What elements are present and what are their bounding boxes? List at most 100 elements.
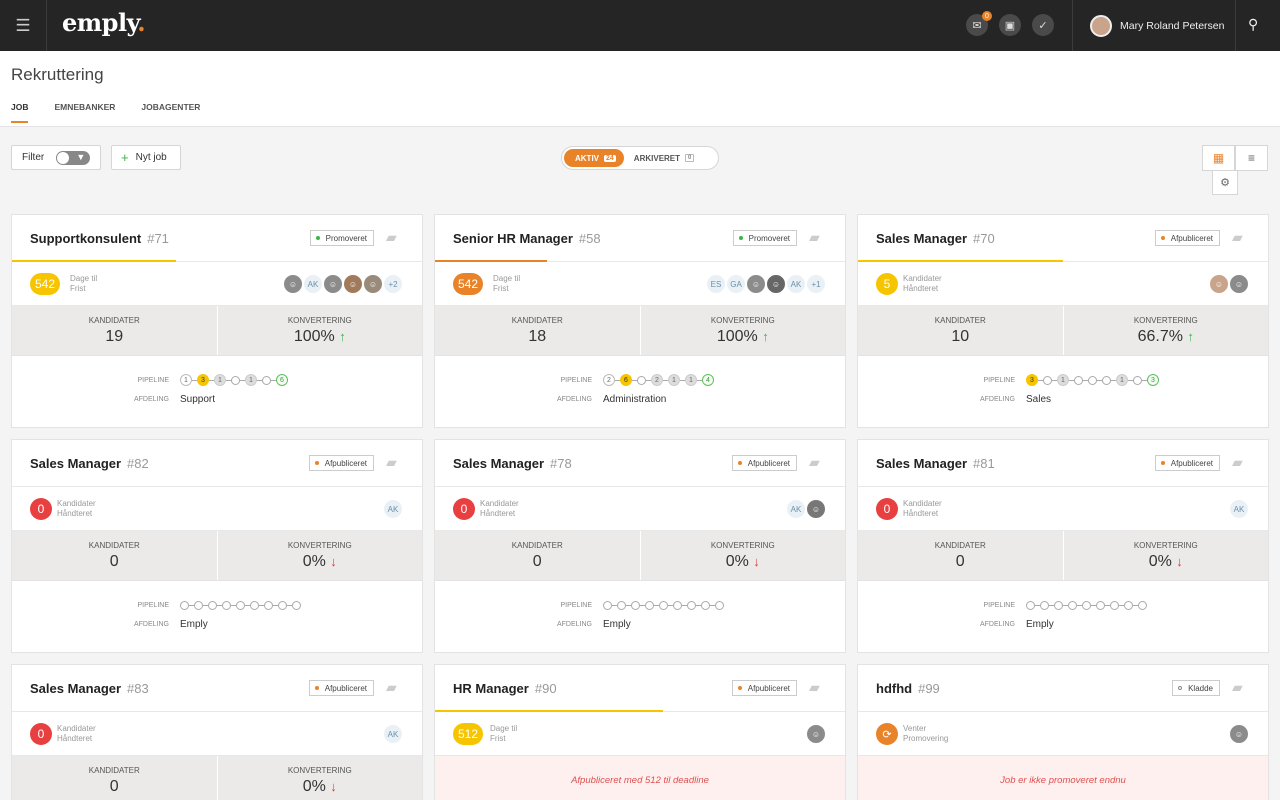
afdeling-label: AFDELING bbox=[556, 396, 592, 403]
job-card[interactable]: Senior HR Manager #58 Promoveret ▰ 542 Da… bbox=[434, 214, 846, 428]
avatar[interactable]: AK bbox=[382, 498, 404, 520]
job-card[interactable]: Supportkonsulent #71 Promoveret ▰ 542 Dag… bbox=[11, 214, 423, 428]
chat-icon[interactable]: ▰ bbox=[1232, 455, 1250, 469]
avatar[interactable]: ☺ bbox=[805, 723, 827, 745]
info-label: Dage til Frist bbox=[490, 724, 518, 743]
job-card[interactable]: Sales Manager #81 Afpubliceret ▰ 0 Kandid… bbox=[857, 439, 1269, 653]
job-title[interactable]: HR Manager #90 bbox=[453, 681, 557, 696]
check-icon[interactable]: ✓ bbox=[1032, 14, 1054, 36]
kandidater-stat: KANDIDATER 18 bbox=[511, 316, 563, 345]
pipeline bbox=[1026, 601, 1147, 610]
konvertering-stat: KONVERTERING 0% ↓ bbox=[216, 531, 423, 580]
job-card[interactable]: Sales Manager #70 Afpubliceret ▰ 5 Kandid… bbox=[857, 214, 1269, 428]
avatar[interactable]: AK bbox=[785, 498, 807, 520]
job-title[interactable]: Sales Manager #82 bbox=[30, 456, 149, 471]
avatar[interactable]: ☺ bbox=[745, 273, 767, 295]
avatar-more[interactable]: +1 bbox=[805, 273, 827, 295]
new-job-button[interactable]: + Nyt job bbox=[111, 145, 181, 170]
handled-badge: 0 bbox=[30, 723, 52, 745]
avatar-group: ☺ AK ☺ ☺ ☺ +2 bbox=[282, 273, 404, 295]
calendar-icon[interactable]: ▣ bbox=[999, 14, 1021, 36]
user-menu[interactable]: Mary Roland Petersen bbox=[1072, 0, 1236, 51]
job-title[interactable]: Senior HR Manager #58 bbox=[453, 231, 601, 246]
job-card[interactable]: HR Manager #90 Afpubliceret ▰ 512 Dage ti… bbox=[434, 664, 846, 800]
avatar[interactable]: AK bbox=[785, 273, 807, 295]
pipeline bbox=[603, 601, 724, 610]
avatar-group: ☺ bbox=[805, 723, 827, 745]
chat-icon[interactable]: ▰ bbox=[1232, 680, 1250, 694]
avatar[interactable]: ☺ bbox=[342, 273, 364, 295]
emply-logo[interactable]: emply. bbox=[62, 8, 146, 37]
chat-icon[interactable]: ▰ bbox=[386, 455, 404, 469]
chat-icon[interactable]: ▰ bbox=[1232, 230, 1250, 244]
arkiveret-toggle[interactable]: ARKIVERET 0 bbox=[634, 154, 695, 163]
avatar[interactable]: ☺ bbox=[805, 498, 827, 520]
filter-button[interactable]: Filter ▼ bbox=[11, 145, 101, 170]
search-icon[interactable]: ⚲ bbox=[1248, 16, 1258, 33]
job-card[interactable]: Sales Manager #78 Afpubliceret ▰ 0 Kandid… bbox=[434, 439, 846, 653]
department: Emply bbox=[1026, 619, 1054, 630]
pipeline-label: PIPELINE bbox=[983, 377, 1015, 384]
tab-emnebanker[interactable]: EMNEBANKER bbox=[54, 102, 115, 123]
chat-icon[interactable]: ▰ bbox=[386, 680, 404, 694]
status-badge: Kladde bbox=[1172, 680, 1220, 696]
job-card[interactable]: Sales Manager #82 Afpubliceret ▰ 0 Kandid… bbox=[11, 439, 423, 653]
afdeling-label: AFDELING bbox=[979, 621, 1015, 628]
job-title[interactable]: Sales Manager #83 bbox=[30, 681, 149, 696]
avatar[interactable]: ☺ bbox=[1228, 273, 1250, 295]
job-title[interactable]: Supportkonsulent #71 bbox=[30, 231, 169, 246]
days-badge: 512 bbox=[453, 723, 484, 745]
avatar[interactable]: GA bbox=[725, 273, 747, 295]
user-avatar bbox=[1090, 14, 1112, 37]
filter-toggle[interactable]: ▼ bbox=[56, 150, 91, 165]
arrow-up-icon: ↑ bbox=[1187, 329, 1194, 344]
gear-icon[interactable]: ⚙ bbox=[1212, 170, 1238, 195]
konvertering-stat: KONVERTERING 0% ↓ bbox=[639, 531, 846, 580]
avatar[interactable]: ES bbox=[705, 273, 727, 295]
refresh-icon: ⟳ bbox=[876, 723, 898, 745]
pipeline: 1 3 1 1 6 bbox=[180, 374, 288, 386]
chat-icon[interactable]: ▰ bbox=[809, 680, 827, 694]
list-view-icon[interactable]: ≡ bbox=[1235, 145, 1268, 171]
tab-job[interactable]: JOB bbox=[11, 102, 29, 123]
kandidater-stat: KANDIDATER 0 bbox=[88, 541, 140, 570]
avatar[interactable]: ☺ bbox=[1208, 273, 1230, 295]
department: Support bbox=[180, 394, 216, 405]
avatar[interactable]: AK bbox=[382, 723, 404, 745]
department: Administration bbox=[603, 394, 667, 405]
avatar-group: ☺ ☺ bbox=[1208, 273, 1250, 295]
menu-icon[interactable]: ☰ bbox=[0, 0, 47, 51]
job-title[interactable]: hdfhd #99 bbox=[876, 681, 940, 696]
kandidater-stat: KANDIDATER 0 bbox=[934, 541, 986, 570]
avatar-more[interactable]: +2 bbox=[382, 273, 404, 295]
job-title[interactable]: Sales Manager #70 bbox=[876, 231, 995, 246]
mail-icon[interactable]: ✉ 0 bbox=[966, 11, 992, 36]
avatar[interactable]: ☺ bbox=[282, 273, 304, 295]
tab-jobagenter[interactable]: JOBAGENTER bbox=[141, 102, 200, 123]
avatar[interactable]: AK bbox=[1228, 498, 1250, 520]
chat-icon[interactable]: ▰ bbox=[809, 455, 827, 469]
chat-icon[interactable]: ▰ bbox=[809, 230, 827, 244]
job-card[interactable]: Sales Manager #83 Afpubliceret ▰ 0 Kandid… bbox=[11, 664, 423, 800]
job-title[interactable]: Sales Manager #78 bbox=[453, 456, 572, 471]
pipeline bbox=[180, 601, 301, 610]
aktiv-toggle[interactable]: AKTIV 24 bbox=[564, 149, 624, 167]
avatar[interactable]: ☺ bbox=[765, 273, 787, 295]
afdeling-label: AFDELING bbox=[979, 396, 1015, 403]
department: Sales bbox=[1026, 394, 1052, 405]
funnel-icon: ▼ bbox=[76, 151, 86, 162]
grid-view-icon[interactable]: ▦ bbox=[1202, 145, 1235, 171]
top-bar: ☰ emply. ✉ 0 ▣ ✓ Mary Roland Petersen ⚲ bbox=[0, 0, 1280, 51]
avatar[interactable]: ☺ bbox=[322, 273, 344, 295]
avatar[interactable]: ☺ bbox=[1228, 723, 1250, 745]
pipeline: 3 1 1 3 bbox=[1026, 374, 1159, 386]
avatar-group: AK ☺ bbox=[785, 498, 827, 520]
handled-badge: 5 bbox=[876, 273, 898, 295]
info-label: Dage til Frist bbox=[493, 274, 521, 293]
aktiv-count: 24 bbox=[604, 154, 616, 162]
job-card[interactable]: hdfhd #99 Kladde ▰ ⟳ Venter Promovering ☺ … bbox=[857, 664, 1269, 800]
job-title[interactable]: Sales Manager #81 bbox=[876, 456, 995, 471]
chat-icon[interactable]: ▰ bbox=[386, 230, 404, 244]
avatar[interactable]: AK bbox=[302, 273, 324, 295]
avatar[interactable]: ☺ bbox=[362, 273, 384, 295]
